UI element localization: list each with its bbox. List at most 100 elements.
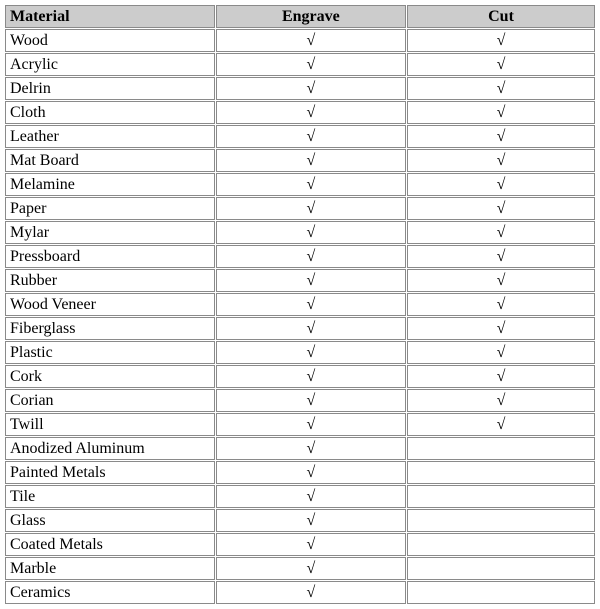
cell-material: Mylar xyxy=(5,221,215,244)
cell-engrave: √ xyxy=(216,461,406,484)
cell-engrave: √ xyxy=(216,197,406,220)
cell-engrave: √ xyxy=(216,125,406,148)
table-row: Mat Board√√ xyxy=(5,149,595,172)
cell-cut: √ xyxy=(407,293,595,316)
table-row: Acrylic√√ xyxy=(5,53,595,76)
cell-material: Plastic xyxy=(5,341,215,364)
cell-cut xyxy=(407,461,595,484)
cell-material: Tile xyxy=(5,485,215,508)
cell-material: Cork xyxy=(5,365,215,388)
cell-cut: √ xyxy=(407,221,595,244)
cell-engrave: √ xyxy=(216,341,406,364)
cell-engrave: √ xyxy=(216,365,406,388)
cell-engrave: √ xyxy=(216,293,406,316)
table-row: Cloth√√ xyxy=(5,101,595,124)
cell-engrave: √ xyxy=(216,389,406,412)
cell-cut xyxy=(407,509,595,532)
table-row: Melamine√√ xyxy=(5,173,595,196)
cell-material: Delrin xyxy=(5,77,215,100)
cell-cut: √ xyxy=(407,101,595,124)
table-row: Wood Veneer√√ xyxy=(5,293,595,316)
cell-cut: √ xyxy=(407,269,595,292)
cell-material: Acrylic xyxy=(5,53,215,76)
table-row: Paper√√ xyxy=(5,197,595,220)
cell-cut xyxy=(407,581,595,604)
cell-cut xyxy=(407,485,595,508)
table-row: Rubber√√ xyxy=(5,269,595,292)
table-row: Pressboard√√ xyxy=(5,245,595,268)
cell-cut: √ xyxy=(407,413,595,436)
cell-engrave: √ xyxy=(216,221,406,244)
cell-material: Leather xyxy=(5,125,215,148)
table-row: Mylar√√ xyxy=(5,221,595,244)
cell-engrave: √ xyxy=(216,149,406,172)
cell-cut: √ xyxy=(407,245,595,268)
cell-engrave: √ xyxy=(216,29,406,52)
cell-cut: √ xyxy=(407,53,595,76)
cell-cut: √ xyxy=(407,77,595,100)
cell-material: Corian xyxy=(5,389,215,412)
cell-engrave: √ xyxy=(216,485,406,508)
cell-cut: √ xyxy=(407,317,595,340)
cell-material: Rubber xyxy=(5,269,215,292)
table-row: Fiberglass√√ xyxy=(5,317,595,340)
table-row: Cork√√ xyxy=(5,365,595,388)
cell-material: Cloth xyxy=(5,101,215,124)
table-row: Anodized Aluminum√ xyxy=(5,437,595,460)
cell-engrave: √ xyxy=(216,173,406,196)
cell-material: Anodized Aluminum xyxy=(5,437,215,460)
cell-cut: √ xyxy=(407,149,595,172)
cell-cut: √ xyxy=(407,29,595,52)
cell-cut xyxy=(407,557,595,580)
cell-engrave: √ xyxy=(216,245,406,268)
cell-material: Ceramics xyxy=(5,581,215,604)
table-row: Painted Metals√ xyxy=(5,461,595,484)
cell-cut: √ xyxy=(407,365,595,388)
cell-engrave: √ xyxy=(216,77,406,100)
cell-cut: √ xyxy=(407,197,595,220)
cell-material: Twill xyxy=(5,413,215,436)
header-engrave: Engrave xyxy=(216,5,406,28)
cell-material: Wood Veneer xyxy=(5,293,215,316)
cell-cut: √ xyxy=(407,173,595,196)
cell-engrave: √ xyxy=(216,533,406,556)
cell-cut: √ xyxy=(407,125,595,148)
cell-cut xyxy=(407,437,595,460)
materials-table: Material Engrave Cut Wood√√Acrylic√√Delr… xyxy=(4,4,596,605)
table-row: Leather√√ xyxy=(5,125,595,148)
cell-cut: √ xyxy=(407,341,595,364)
cell-engrave: √ xyxy=(216,557,406,580)
cell-material: Marble xyxy=(5,557,215,580)
cell-cut: √ xyxy=(407,389,595,412)
table-body: Wood√√Acrylic√√Delrin√√Cloth√√Leather√√M… xyxy=(5,29,595,604)
cell-engrave: √ xyxy=(216,317,406,340)
table-row: Wood√√ xyxy=(5,29,595,52)
cell-material: Wood xyxy=(5,29,215,52)
cell-material: Painted Metals xyxy=(5,461,215,484)
table-row: Corian√√ xyxy=(5,389,595,412)
header-cut: Cut xyxy=(407,5,595,28)
cell-material: Melamine xyxy=(5,173,215,196)
cell-cut xyxy=(407,533,595,556)
table-row: Marble√ xyxy=(5,557,595,580)
cell-engrave: √ xyxy=(216,581,406,604)
cell-material: Mat Board xyxy=(5,149,215,172)
table-row: Tile√ xyxy=(5,485,595,508)
header-row: Material Engrave Cut xyxy=(5,5,595,28)
cell-engrave: √ xyxy=(216,413,406,436)
table-row: Plastic√√ xyxy=(5,341,595,364)
cell-material: Glass xyxy=(5,509,215,532)
cell-material: Fiberglass xyxy=(5,317,215,340)
table-row: Delrin√√ xyxy=(5,77,595,100)
header-material: Material xyxy=(5,5,215,28)
cell-material: Paper xyxy=(5,197,215,220)
cell-engrave: √ xyxy=(216,269,406,292)
cell-material: Pressboard xyxy=(5,245,215,268)
cell-material: Coated Metals xyxy=(5,533,215,556)
cell-engrave: √ xyxy=(216,53,406,76)
cell-engrave: √ xyxy=(216,437,406,460)
table-row: Coated Metals√ xyxy=(5,533,595,556)
table-row: Ceramics√ xyxy=(5,581,595,604)
cell-engrave: √ xyxy=(216,101,406,124)
cell-engrave: √ xyxy=(216,509,406,532)
